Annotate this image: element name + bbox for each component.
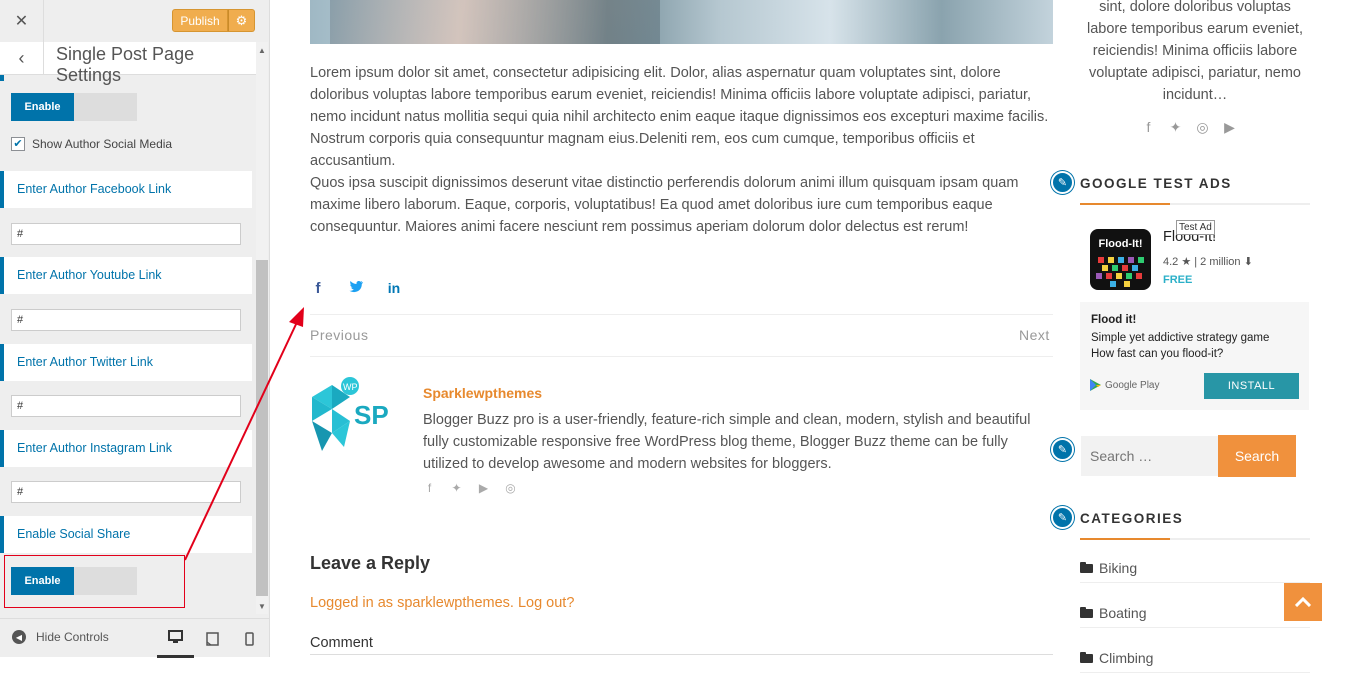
widget-underline	[1080, 538, 1310, 540]
pencil-icon: ✎	[1051, 438, 1074, 461]
author-bio: Blogger Buzz pro is a user-friendly, fea…	[423, 412, 1031, 472]
instagram-icon[interactable]: ◎	[502, 481, 519, 495]
social-share-icons: f in	[308, 280, 404, 297]
ad-price: FREE	[1163, 274, 1193, 286]
category-item[interactable]: Climbing	[1080, 650, 1310, 673]
post-divider	[310, 314, 1053, 315]
install-button[interactable]: INSTALL	[1204, 373, 1299, 399]
category-item[interactable]: Biking	[1080, 560, 1310, 583]
category-label[interactable]: Biking	[1099, 560, 1137, 576]
facebook-icon[interactable]: f	[308, 280, 328, 297]
twitter-icon[interactable]: ✦	[1167, 119, 1184, 136]
google-play-badge: Google Play	[1090, 379, 1159, 391]
ad-rating: 4.2 ★ | 2 million ⬇	[1163, 256, 1253, 268]
test-ad-tag: Test Ad	[1176, 220, 1215, 235]
about-widget-text: sint, dolore doloribus voluptas labore t…	[1086, 0, 1303, 103]
folder-icon	[1080, 652, 1093, 663]
facebook-icon[interactable]: f	[421, 481, 438, 495]
next-post-link[interactable]: Next	[1019, 327, 1050, 343]
ad-desc-line: Simple yet addictive strategy game	[1091, 332, 1270, 344]
test-ad[interactable]: Flood-It! Flood-It! 4.2 ★ | 2 million ⬇ …	[1080, 219, 1309, 410]
store-label: Google Play	[1105, 379, 1160, 391]
scroll-to-top-button[interactable]	[1284, 583, 1322, 621]
facebook-icon[interactable]: f	[1140, 119, 1157, 136]
logo-badge: WP	[343, 382, 358, 392]
author-social-icons: f ✦ ▶ ◎	[421, 481, 519, 495]
widget-underline	[1080, 203, 1310, 205]
ad-headline: Flood it!	[1091, 314, 1137, 326]
author-name[interactable]: Sparklewpthemes	[423, 385, 542, 401]
ad-icon-label: Flood-It!	[1098, 238, 1143, 250]
reply-title: Leave a Reply	[310, 553, 431, 573]
featured-image-overlay	[330, 0, 660, 44]
pencil-icon: ✎	[1051, 171, 1074, 194]
previous-post-link[interactable]: Previous	[310, 327, 368, 343]
comment-label: Comment	[310, 635, 373, 651]
author-avatar-logo: WP SP	[312, 377, 389, 451]
categories-widget-title: CATEGORIES	[1080, 511, 1184, 526]
ads-widget-title: GOOGLE TEST ADS	[1080, 176, 1232, 191]
post-paragraph: Quos ipsa suscipit dignissimos deserunt …	[310, 175, 1019, 235]
ad-desc-line: How fast can you flood-it?	[1091, 348, 1224, 360]
post-paragraph: Lorem ipsum dolor sit amet, consectetur …	[310, 65, 1049, 169]
category-label[interactable]: Climbing	[1099, 650, 1153, 666]
post-content: Lorem ipsum dolor sit amet, consectetur …	[310, 62, 1054, 238]
google-play-icon	[1090, 379, 1101, 391]
linkedin-icon[interactable]: in	[384, 280, 404, 297]
instagram-icon[interactable]: ◎	[1194, 119, 1211, 136]
pencil-icon: ✎	[1051, 506, 1074, 529]
twitter-icon[interactable]: ✦	[448, 481, 465, 495]
youtube-icon[interactable]: ▶	[1221, 119, 1238, 136]
flood-it-app-icon: Flood-It!	[1090, 229, 1151, 290]
folder-icon	[1080, 562, 1093, 573]
twitter-icon[interactable]	[346, 280, 366, 297]
search-input[interactable]	[1081, 436, 1218, 476]
chevron-up-icon	[1295, 597, 1311, 607]
youtube-icon[interactable]: ▶	[475, 481, 492, 495]
category-label[interactable]: Boating	[1099, 605, 1146, 621]
comment-textarea[interactable]	[310, 654, 1053, 664]
ad-description: Simple yet addictive strategy game How f…	[1091, 330, 1269, 362]
sidebar-social-icons: f ✦ ◎ ▶	[1140, 119, 1238, 136]
search-button[interactable]: Search	[1218, 435, 1296, 477]
folder-icon	[1080, 607, 1093, 618]
post-divider	[310, 356, 1053, 357]
logo-text: SP	[354, 400, 389, 430]
category-item[interactable]: Boating	[1080, 605, 1310, 628]
logged-in-link[interactable]: Logged in as sparklewpthemes. Log out?	[310, 595, 574, 611]
